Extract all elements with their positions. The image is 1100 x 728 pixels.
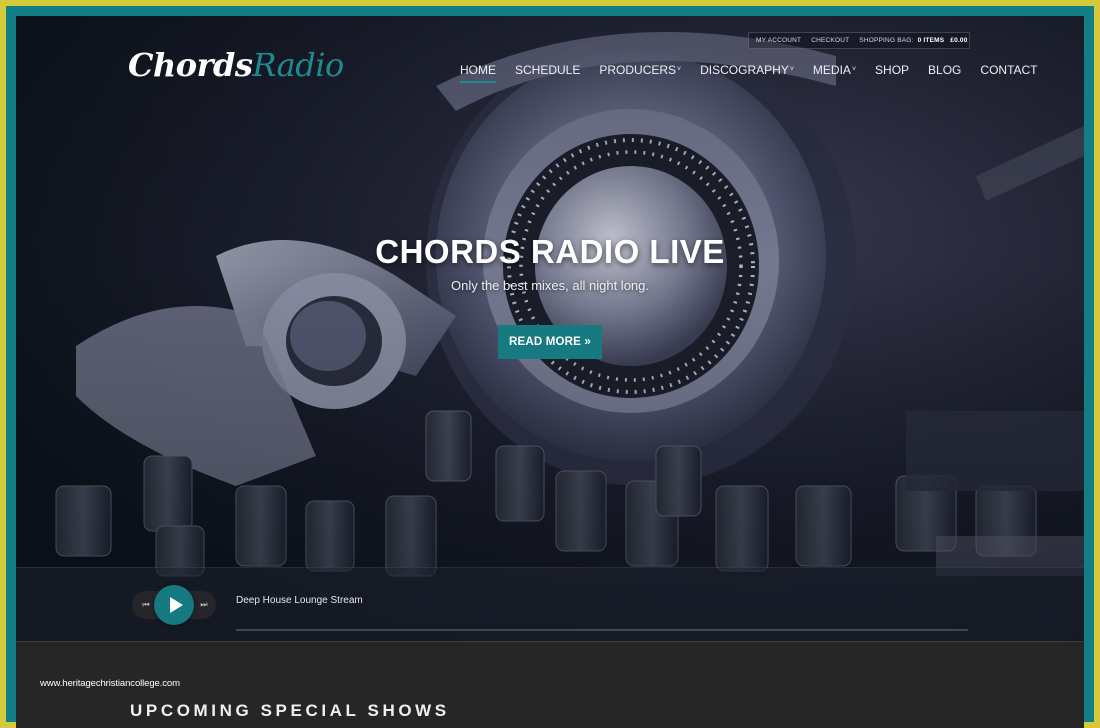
upcoming-shows-section: www.heritagechristiancollege.com UPCOMIN… bbox=[16, 641, 1084, 728]
nav-item-schedule[interactable]: SCHEDULE bbox=[515, 62, 580, 84]
nav-item-blog[interactable]: BLOG bbox=[928, 62, 961, 84]
skip-forward-icon: ⏭ bbox=[200, 600, 208, 609]
nav-item-producers[interactable]: PRODUCERS˅ bbox=[599, 62, 681, 84]
nav-label: SHOP bbox=[875, 63, 910, 77]
checkout-link[interactable]: CHECKOUT bbox=[811, 37, 849, 44]
previous-track-button[interactable]: ⏮ bbox=[138, 597, 154, 613]
nav-item-media[interactable]: MEDIA˅ bbox=[813, 62, 856, 84]
shopping-bag-label: SHOPPING BAG: bbox=[859, 37, 914, 44]
site-logo[interactable]: ChordsRadio bbox=[128, 46, 344, 84]
nav-label: MEDIA bbox=[812, 63, 851, 77]
nav-item-shop[interactable]: SHOP bbox=[875, 62, 909, 84]
chevron-down-icon: ˅ bbox=[851, 66, 857, 73]
watermark-text: www.heritagechristiancollege.com bbox=[40, 678, 180, 689]
hero-title: CHORDS RADIO LIVE bbox=[375, 233, 725, 270]
skip-back-icon: ⏮ bbox=[142, 600, 150, 609]
my-account-link[interactable]: MY ACCOUNT bbox=[756, 37, 801, 44]
nav-label: SCHEDULE bbox=[515, 63, 581, 77]
page: ChordsRadio MY ACCOUNT CHECKOUT SHOPPING… bbox=[16, 16, 1084, 728]
nav-label: CONTACT bbox=[980, 63, 1038, 77]
hero-section: ChordsRadio MY ACCOUNT CHECKOUT SHOPPING… bbox=[16, 16, 1084, 641]
nav-item-contact[interactable]: CONTACT bbox=[980, 62, 1037, 84]
play-icon bbox=[169, 597, 183, 613]
logo-text-chords: Chords bbox=[128, 46, 253, 84]
cart-item-count: 0 ITEMS bbox=[917, 37, 945, 44]
shopping-bag-link[interactable]: SHOPPING BAG: 0 ITEMS £0.00 bbox=[859, 37, 967, 44]
nav-label: PRODUCERS bbox=[599, 63, 677, 77]
hero-subtitle: Only the best mixes, all night long. bbox=[451, 278, 649, 293]
next-track-button[interactable]: ⏭ bbox=[196, 597, 212, 613]
logo-text-radio: Radio bbox=[252, 46, 344, 84]
progress-bar[interactable] bbox=[236, 629, 968, 631]
read-more-button[interactable]: READ MORE » bbox=[498, 325, 602, 359]
chevron-down-icon: ˅ bbox=[677, 66, 682, 73]
account-bar: MY ACCOUNT CHECKOUT SHOPPING BAG: 0 ITEM… bbox=[748, 32, 970, 49]
nav-label: BLOG bbox=[928, 63, 962, 77]
nav-item-discography[interactable]: DISCOGRAPHY˅ bbox=[700, 62, 794, 84]
nav-item-home[interactable]: HOME bbox=[460, 62, 496, 84]
audio-player: ⏮ ⏭ Deep House Lounge Stream bbox=[16, 567, 1084, 641]
main-nav: HOME SCHEDULE PRODUCERS˅ DISCOGRAPHY˅ ME… bbox=[460, 62, 1038, 84]
cart-total: £0.00 bbox=[950, 37, 968, 44]
chevron-down-icon: ˅ bbox=[789, 66, 794, 73]
play-button[interactable] bbox=[154, 585, 194, 625]
nav-label: DISCOGRAPHY bbox=[700, 63, 789, 77]
stream-title: Deep House Lounge Stream bbox=[236, 595, 363, 606]
nav-label: HOME bbox=[460, 63, 496, 77]
section-title: UPCOMING SPECIAL SHOWS bbox=[130, 701, 450, 720]
